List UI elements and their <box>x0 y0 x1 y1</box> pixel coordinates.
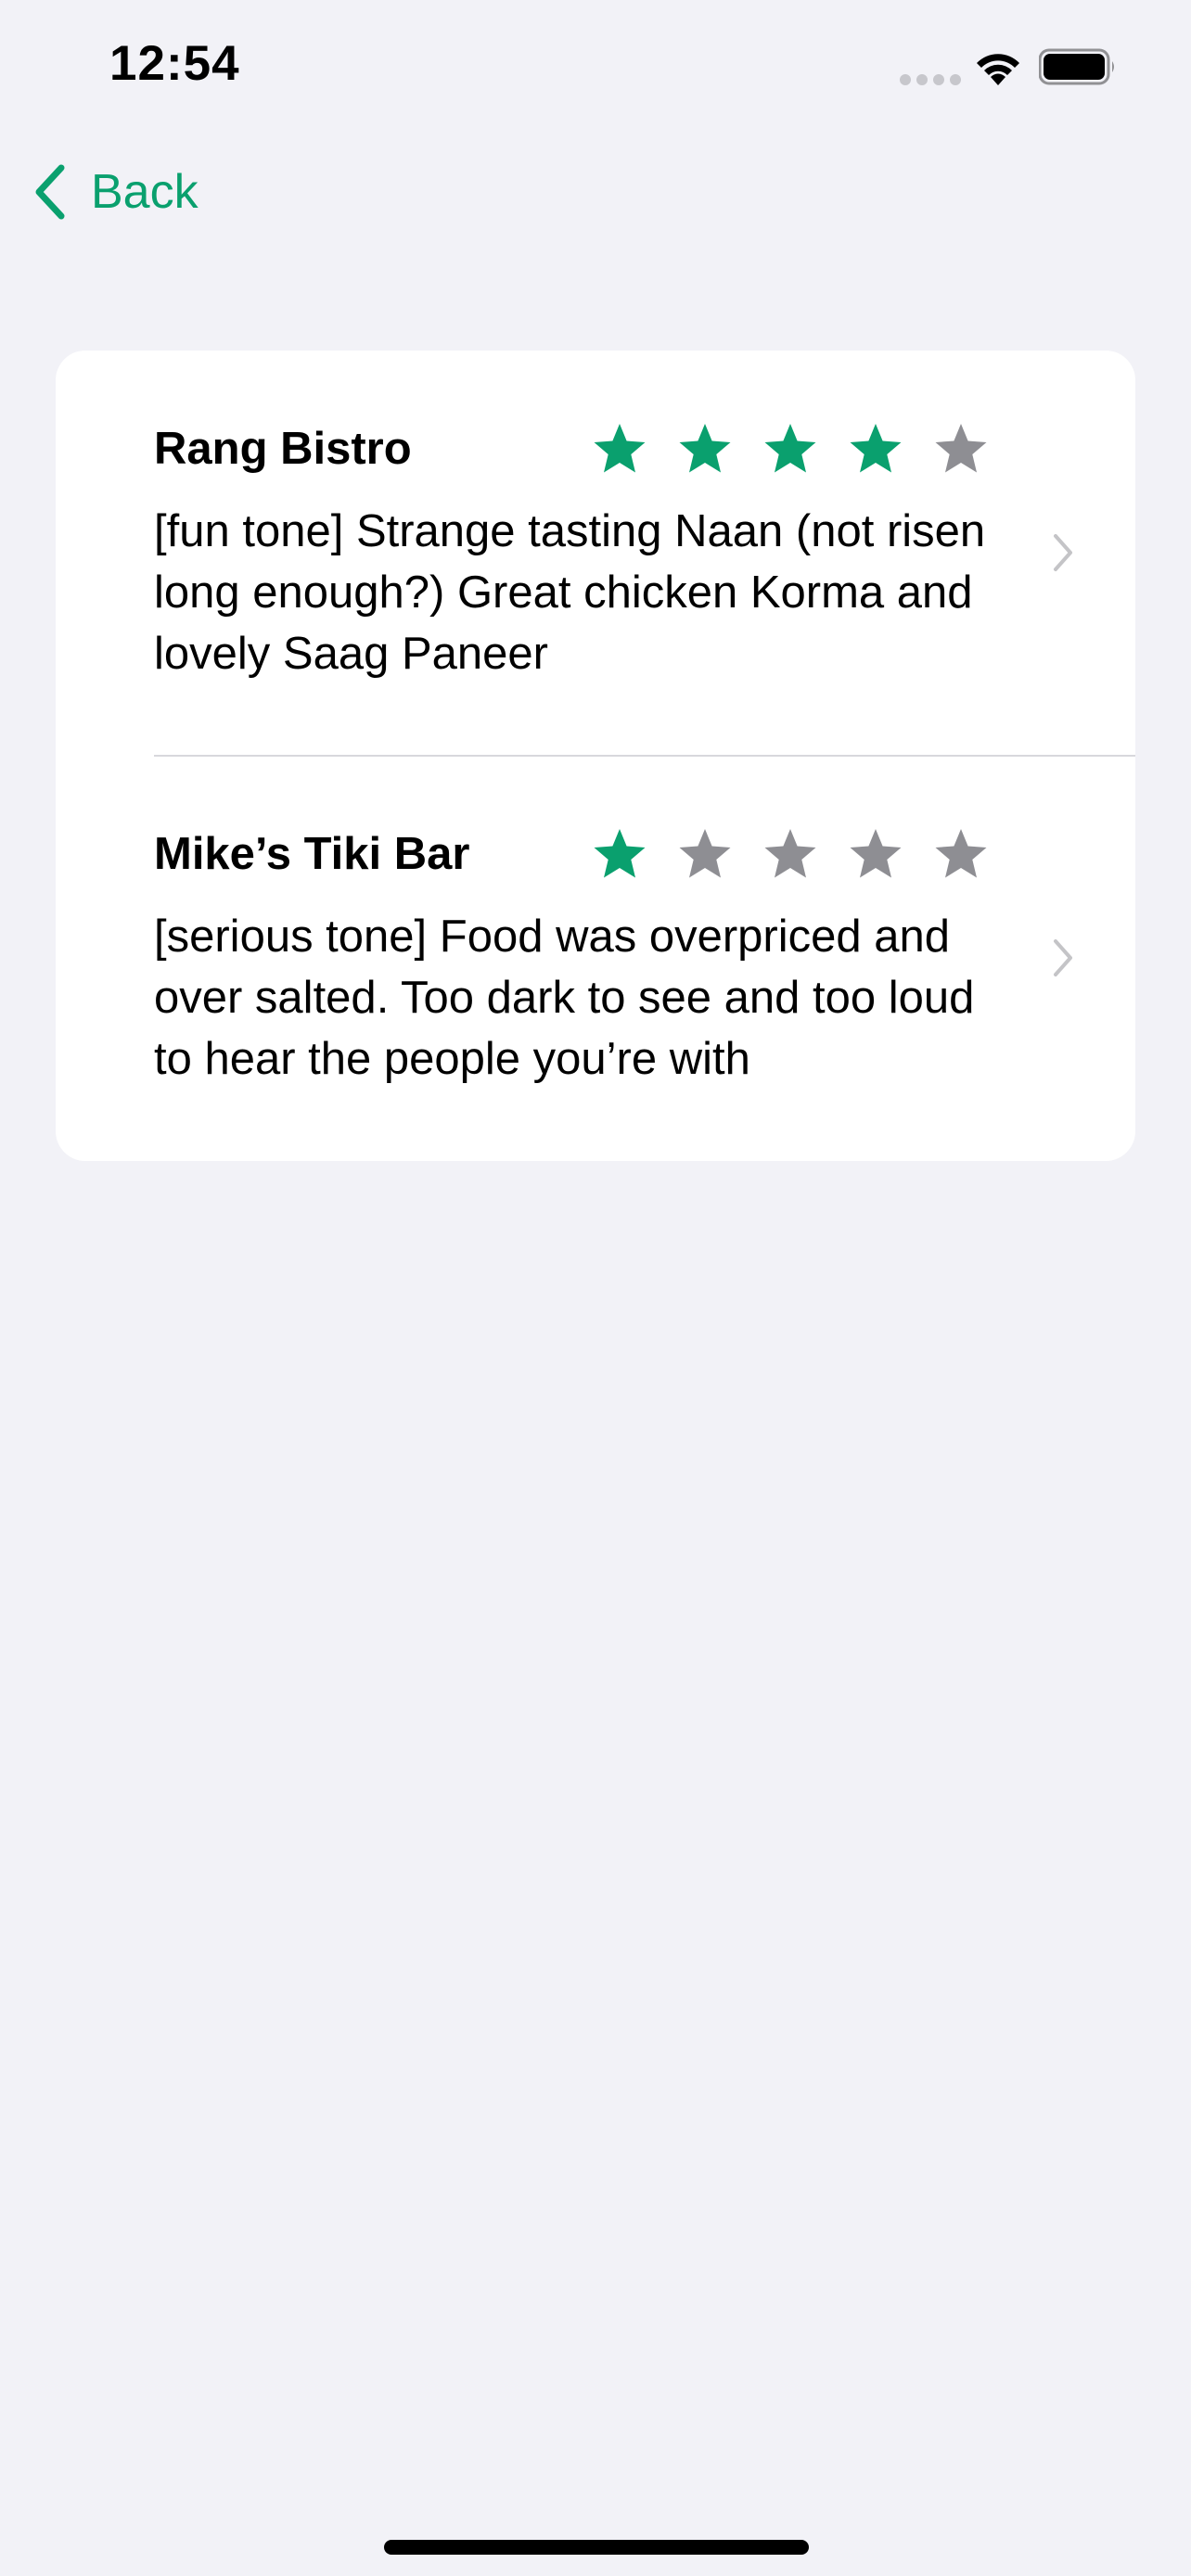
star-empty-icon <box>679 829 731 878</box>
star-empty-icon <box>935 424 987 473</box>
status-time: 12:54 <box>109 36 240 91</box>
chevron-right-icon <box>1054 939 1072 976</box>
star-filled-icon <box>679 424 731 473</box>
star-empty-icon <box>935 829 987 878</box>
restaurant-name: Mike’s Tiki Bar <box>154 829 470 879</box>
star-filled-icon <box>850 424 902 473</box>
battery-icon <box>1039 48 1114 85</box>
home-indicator <box>384 2540 809 2555</box>
review-row[interactable]: Mike’s Tiki Bar [serious tone] Food was … <box>56 756 1135 1161</box>
star-rating <box>592 826 989 882</box>
cellular-signal-icon <box>900 74 961 85</box>
star-filled-icon <box>764 424 816 473</box>
restaurant-name: Rang Bistro <box>154 424 412 474</box>
reviews-list: Rang Bistro [fun tone] Strange tasting N… <box>56 351 1135 1161</box>
star-empty-icon <box>850 829 902 878</box>
chevron-right-icon <box>1054 534 1072 571</box>
chevron-left-icon <box>35 164 65 220</box>
star-empty-icon <box>764 829 816 878</box>
review-row[interactable]: Rang Bistro [fun tone] Strange tasting N… <box>56 351 1135 757</box>
status-bar: 12:54 <box>0 0 1191 139</box>
wifi-icon <box>977 54 1019 85</box>
star-rating <box>592 421 989 477</box>
back-label: Back <box>91 165 198 219</box>
star-filled-icon <box>594 424 646 473</box>
review-text: [serious tone] Food was overpriced and o… <box>154 912 975 1084</box>
back-button[interactable]: Back <box>32 158 198 226</box>
star-filled-icon <box>594 829 646 878</box>
review-text: [fun tone] Strange tasting Naan (not ris… <box>154 506 986 679</box>
